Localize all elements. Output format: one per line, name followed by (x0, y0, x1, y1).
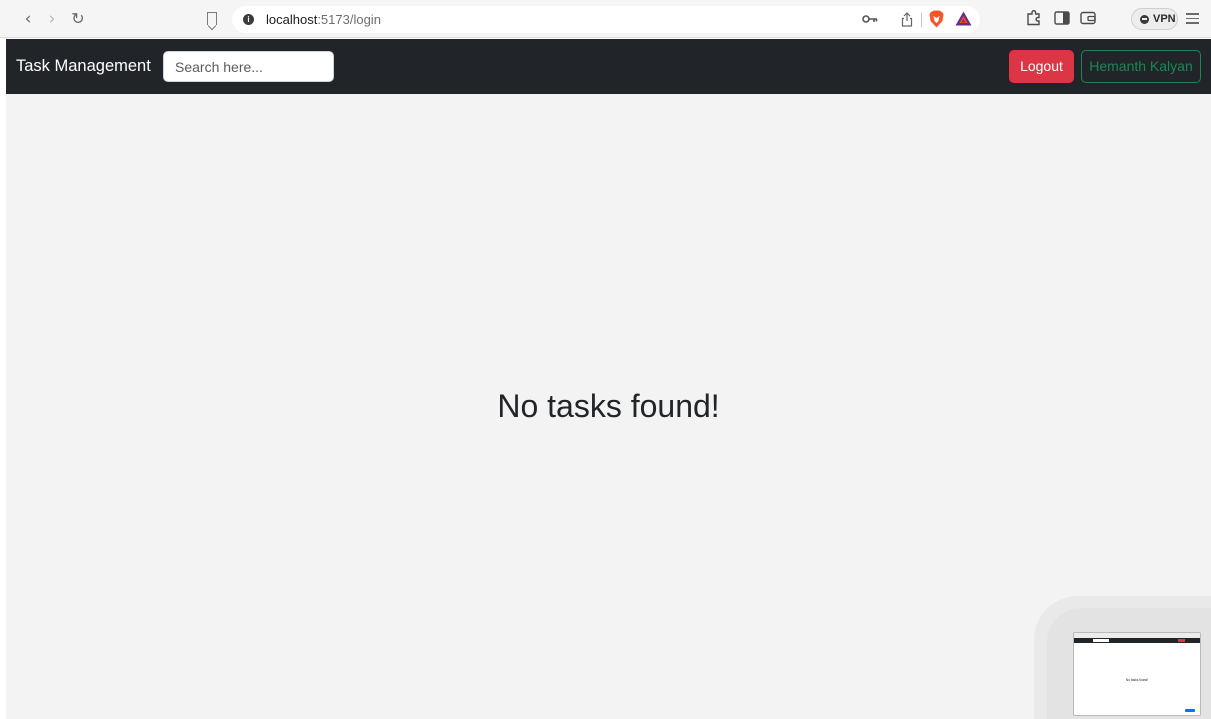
brave-shields-icon[interactable] (929, 10, 944, 28)
wallet-icon[interactable] (1079, 9, 1097, 27)
menu-icon[interactable] (1186, 13, 1199, 24)
bookmark-icon[interactable] (207, 12, 217, 25)
brave-rewards-icon[interactable] (955, 11, 972, 26)
url-text[interactable]: localhost:5173/login (266, 12, 381, 27)
preview-logout (1178, 639, 1185, 642)
url-path: :5173/login (317, 12, 381, 27)
screenshot-preview-thumbnail[interactable]: No tasks found! (1073, 632, 1201, 716)
logout-button[interactable]: Logout (1009, 50, 1074, 83)
user-profile-button[interactable]: Hemanth Kalyan (1081, 50, 1201, 83)
share-icon[interactable] (901, 12, 913, 27)
preview-button (1185, 709, 1195, 712)
search-input[interactable] (163, 51, 334, 82)
site-info-icon[interactable]: i (243, 14, 254, 25)
reload-icon[interactable]: ↻ (68, 9, 88, 29)
key-icon[interactable] (862, 13, 878, 25)
main-content: No tasks found! (6, 94, 1211, 719)
vpn-label: VPN (1153, 13, 1176, 25)
vpn-icon (1140, 15, 1149, 24)
brand-title[interactable]: Task Management (16, 57, 151, 76)
url-host: localhost (266, 12, 318, 27)
forward-icon[interactable]: › (42, 9, 62, 29)
address-bar-divider (921, 13, 922, 27)
extensions-icon[interactable] (1025, 9, 1043, 27)
back-icon[interactable]: ‹ (18, 9, 38, 29)
preview-search (1093, 639, 1109, 642)
preview-empty-message: No tasks found! (1125, 678, 1149, 682)
sidebar-icon[interactable] (1053, 9, 1071, 27)
app-navbar: Task Management Logout Hemanth Kalyan (6, 39, 1211, 94)
address-bar[interactable]: i localhost:5173/login (232, 6, 980, 33)
browser-toolbar: ‹ › ↻ i localhost:5173/login VPN (0, 0, 1211, 38)
vpn-button[interactable]: VPN (1131, 8, 1178, 30)
empty-state-message: No tasks found! (497, 388, 720, 424)
